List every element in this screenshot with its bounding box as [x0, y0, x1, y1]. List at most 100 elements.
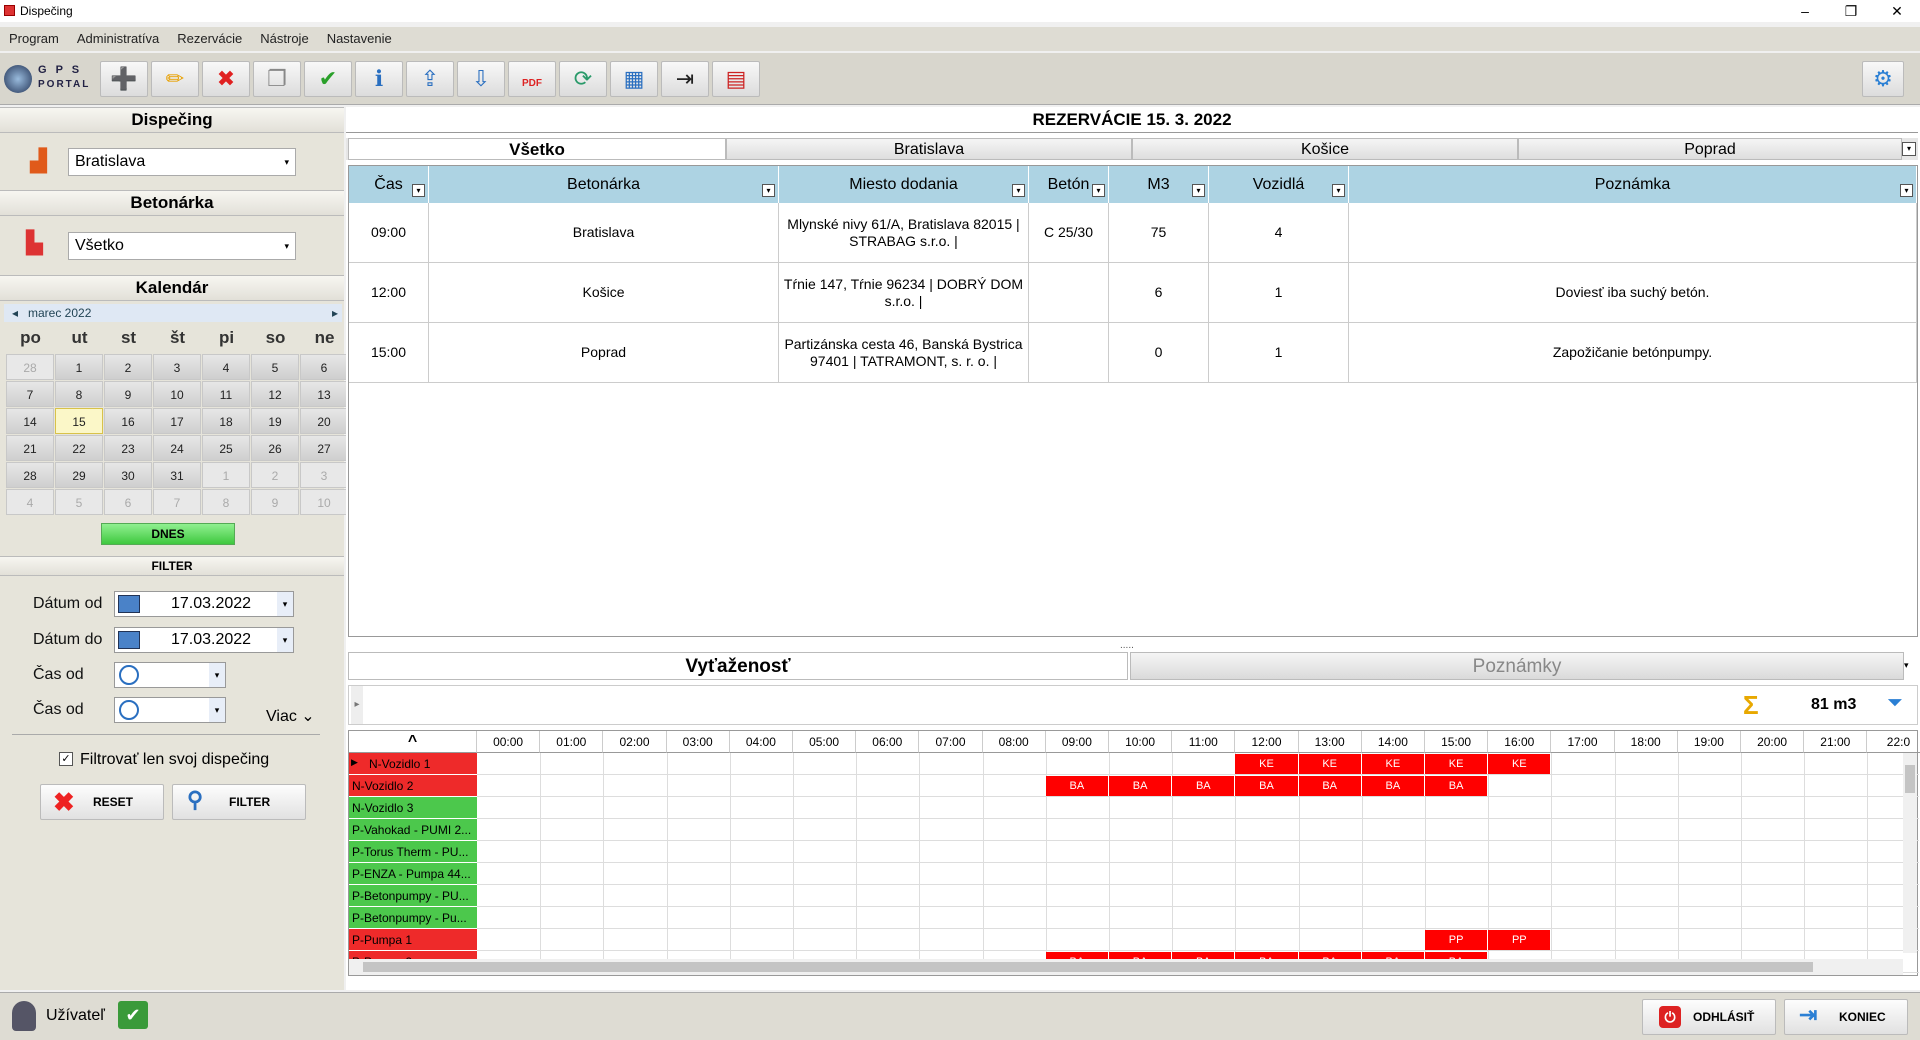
reset-button[interactable]: ✖ RESET: [40, 784, 164, 820]
table-cell-vozidla[interactable]: 1: [1209, 263, 1349, 323]
calendar-day[interactable]: 7: [6, 381, 54, 407]
busy-slot[interactable]: PP: [1488, 930, 1552, 950]
table-cell-m3[interactable]: 0: [1109, 323, 1209, 383]
minimize-button[interactable]: –: [1782, 0, 1828, 22]
column-filter-icon[interactable]: ▾: [1092, 184, 1105, 197]
menu-program[interactable]: Program: [0, 27, 68, 50]
copy-button[interactable]: ❐: [253, 61, 301, 97]
resource-label[interactable]: P-Betonpumpy - Pu...: [349, 907, 477, 929]
export-button[interactable]: ⇩: [457, 61, 505, 97]
column-header-beton[interactable]: Betón ▾: [1029, 166, 1109, 203]
table-cell-poznamka[interactable]: [1349, 203, 1917, 263]
betonarka-select[interactable]: Všetko ▾: [68, 232, 296, 260]
resource-label[interactable]: P-Torus Therm - PU...: [349, 841, 477, 863]
table-cell-betonarka[interactable]: Bratislava: [429, 203, 779, 263]
tab-vsetko[interactable]: Všetko: [348, 138, 726, 160]
calendar-day[interactable]: 10: [153, 381, 201, 407]
table-cell-betonarka[interactable]: Košice: [429, 263, 779, 323]
table-cell-cas[interactable]: 12:00: [349, 263, 429, 323]
table-cell-m3[interactable]: 6: [1109, 263, 1209, 323]
table-cell-poznamka[interactable]: Zapožičanie betónpumpy.: [1349, 323, 1917, 383]
busy-slot[interactable]: BA: [1361, 776, 1425, 796]
filter-clear-icon[interactable]: ⏷: [1887, 692, 1903, 715]
column-header-cas[interactable]: Čas ▾: [349, 166, 429, 203]
table-cell-poznamka[interactable]: Doviesť iba suchý betón.: [1349, 263, 1917, 323]
table-cell-cas[interactable]: 15:00: [349, 323, 429, 383]
busy-slot[interactable]: BA: [1109, 776, 1173, 796]
calendar-day[interactable]: 4: [6, 489, 54, 515]
calendar-day[interactable]: 16: [104, 408, 152, 434]
schedule-button[interactable]: ▤: [712, 61, 760, 97]
calendar-day[interactable]: 12: [251, 381, 299, 407]
add-button[interactable]: ➕: [100, 61, 148, 97]
calendar-day[interactable]: 24: [153, 435, 201, 461]
filter-own-checkbox[interactable]: ✓: [59, 752, 73, 766]
calendar-day[interactable]: 10: [300, 489, 348, 515]
datum-do-input[interactable]: 17.03.2022 ▾: [114, 627, 294, 653]
calendar-day[interactable]: 9: [104, 381, 152, 407]
splitter-handle[interactable]: .....: [1120, 640, 1134, 651]
calendar-day[interactable]: 8: [55, 381, 103, 407]
scrollbar-thumb[interactable]: [363, 962, 1813, 972]
exit-button[interactable]: ⇥ KONIEC: [1784, 999, 1908, 1035]
tab-kosice[interactable]: Košice: [1132, 138, 1518, 160]
column-filter-icon[interactable]: ▾: [1192, 184, 1205, 197]
calendar-day[interactable]: 5: [251, 354, 299, 380]
busy-slot[interactable]: BA: [1172, 776, 1236, 796]
calendar-day[interactable]: 13: [300, 381, 348, 407]
calendar-day[interactable]: 20: [300, 408, 348, 434]
resource-label[interactable]: P-Pumpa 1: [349, 929, 477, 951]
exit-door-button[interactable]: ⇥: [661, 61, 709, 97]
tab-poprad[interactable]: Poprad: [1518, 138, 1902, 160]
column-header-vozidla[interactable]: Vozidlá ▾: [1209, 166, 1349, 203]
menu-rezervacie[interactable]: Rezervácie: [168, 27, 251, 50]
today-button[interactable]: DNES: [101, 523, 235, 545]
calendar-day[interactable]: 31: [153, 462, 201, 488]
calendar-day[interactable]: 6: [104, 489, 152, 515]
table-cell-beton[interactable]: C 25/30: [1029, 203, 1109, 263]
calendar-day[interactable]: 3: [300, 462, 348, 488]
table-cell-m3[interactable]: 75: [1109, 203, 1209, 263]
calendar-day[interactable]: 11: [202, 381, 250, 407]
pdf-button[interactable]: PDF: [508, 61, 556, 97]
busy-slot[interactable]: KE: [1425, 754, 1489, 774]
tab-bratislava[interactable]: Bratislava: [726, 138, 1132, 160]
close-button[interactable]: ✕: [1874, 0, 1920, 22]
busy-slot[interactable]: KE: [1488, 754, 1552, 774]
next-month-icon[interactable]: ▸: [332, 304, 338, 322]
busy-slot[interactable]: BA: [1298, 776, 1362, 796]
filter-button[interactable]: ⚲ FILTER: [172, 784, 306, 820]
table-cell-miesto[interactable]: Partizánska cesta 46, Banská Bystrica 97…: [779, 323, 1029, 383]
cas-do-input[interactable]: ▾: [114, 697, 226, 723]
calendar-day[interactable]: 18: [202, 408, 250, 434]
column-header-m3[interactable]: M3 ▾: [1109, 166, 1209, 203]
cas-od-input[interactable]: ▾: [114, 662, 226, 688]
resource-label[interactable]: N-Vozidlo 2: [349, 775, 477, 797]
calendar-day[interactable]: 28: [6, 462, 54, 488]
busy-slot[interactable]: KE: [1235, 754, 1299, 774]
confirm-button[interactable]: ✔: [304, 61, 352, 97]
table-cell-beton[interactable]: [1029, 263, 1109, 323]
column-filter-icon[interactable]: ▾: [1332, 184, 1345, 197]
calendar-day[interactable]: 30: [104, 462, 152, 488]
calendar-day[interactable]: 7: [153, 489, 201, 515]
refresh-button[interactable]: ⟳: [559, 61, 607, 97]
expand-panel-icon[interactable]: ▸: [351, 686, 363, 724]
tabs-dropdown-icon[interactable]: ▾: [1902, 142, 1916, 156]
calendar-day[interactable]: 25: [202, 435, 250, 461]
table-cell-vozidla[interactable]: 4: [1209, 203, 1349, 263]
table-cell-beton[interactable]: [1029, 323, 1109, 383]
lower-tabs-dropdown-icon[interactable]: ▾: [1904, 660, 1909, 671]
column-filter-icon[interactable]: ▾: [412, 184, 425, 197]
calendar-day[interactable]: 26: [251, 435, 299, 461]
calendar-day[interactable]: 21: [6, 435, 54, 461]
calendar-day[interactable]: 5: [55, 489, 103, 515]
table-cell-miesto[interactable]: Mlynské nivy 61/A, Bratislava 82015 | ST…: [779, 203, 1029, 263]
calendar-day[interactable]: 3: [153, 354, 201, 380]
resource-label[interactable]: P-Betonpumpy - PU...: [349, 885, 477, 907]
resource-label[interactable]: P-Vahokad - PUMI 2...: [349, 819, 477, 841]
column-filter-icon[interactable]: ▾: [762, 184, 775, 197]
calendar-day[interactable]: 27: [300, 435, 348, 461]
busy-slot[interactable]: KE: [1298, 754, 1362, 774]
calendar-day[interactable]: 17: [153, 408, 201, 434]
